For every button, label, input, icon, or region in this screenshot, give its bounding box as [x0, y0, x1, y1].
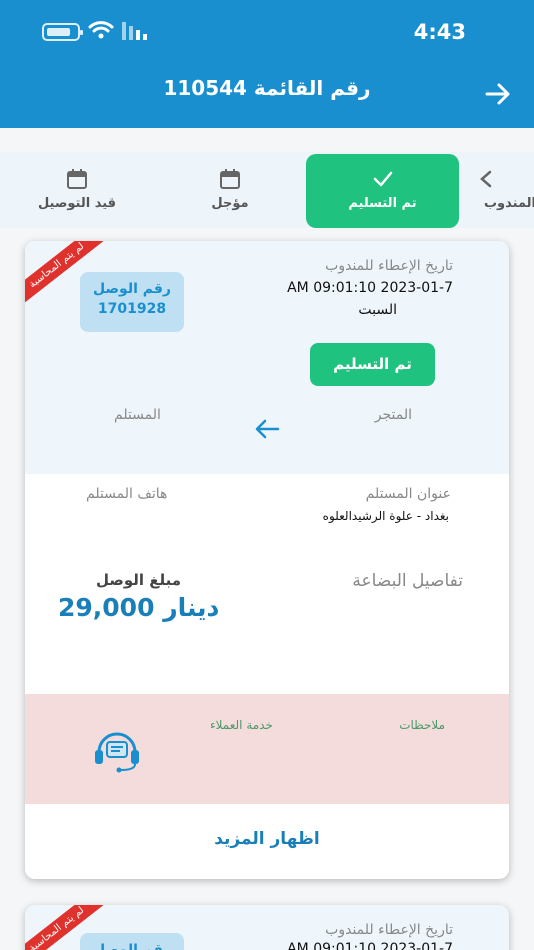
goods-details-label: تفاصيل البضاعة [352, 571, 463, 591]
given-day: السبت [358, 302, 397, 318]
tab-in-delivery[interactable]: قيد التوصيل [22, 154, 132, 228]
phone-label: هاتف المستلم [86, 486, 168, 502]
given-datetime: AM 09:01:10 2023-01-7 [287, 941, 453, 950]
battery-icon [42, 23, 83, 41]
receipt-label: رقم الوصل [93, 281, 171, 297]
signal-icon [122, 22, 147, 40]
receipt-number: 1701928 [97, 301, 167, 317]
receipt-number-box: رقم الوصل 1701928 [80, 272, 184, 332]
recipient-label: المستلم [114, 407, 161, 423]
calendar-icon [67, 169, 87, 189]
show-more-button[interactable]: اظهار المزيد [25, 804, 509, 879]
tab-label: قيد التوصيل [37, 196, 117, 211]
receipt-number-box: رقم الوصل [80, 933, 184, 950]
tab-label: مؤجل [211, 196, 249, 211]
order-summary: لم يتم المحاسبة رقم الوصل 1701928 تاريخ … [25, 241, 509, 474]
order-card[interactable]: لم يتم المحاسبة رقم الوصل تاريخ الإعطاء … [25, 905, 509, 950]
check-icon [373, 171, 392, 187]
address-value: بغداد - علوة الرشيدالعلوه [322, 509, 449, 523]
address-label: عنوان المستلم [365, 486, 451, 502]
customer-service-label: خدمة العملاء [210, 718, 273, 732]
arrow-left-icon [255, 419, 280, 439]
amount-label: مبلغ الوصل [96, 571, 182, 589]
wifi-icon [88, 21, 114, 39]
given-date-label: تاريخ الإعطاء للمندوب [325, 258, 453, 274]
page-title: رقم القائمة 110544 [163, 76, 371, 100]
status-badge: تم التسليم [310, 343, 435, 386]
tab-delivered[interactable]: تم التسليم [306, 154, 459, 228]
calendar-icon [220, 169, 240, 189]
amount-value: 29,000 دينار [58, 593, 220, 622]
status-bar: 4:43 [0, 0, 534, 64]
tab-postponed[interactable]: مؤجل [190, 154, 270, 228]
receipt-label: رقم الوصل [93, 942, 171, 950]
arrow-icon [480, 170, 492, 188]
back-arrow-icon[interactable] [484, 80, 512, 108]
store-label: المتجر [374, 407, 412, 423]
tab-label: المندوب [483, 196, 534, 211]
status-tabs: المندوب تم التسليم مؤجل قيد التوصيل [0, 152, 534, 228]
app-header: 4:43 رقم القائمة 110544 [0, 0, 534, 128]
given-datetime: AM 09:01:10 2023-01-7 [287, 280, 453, 296]
tab-courier[interactable]: المندوب [470, 154, 534, 228]
given-date-label: تاريخ الإعطاء للمندوب [325, 922, 453, 938]
tab-label: تم التسليم [348, 196, 417, 211]
status-time: 4:43 [413, 20, 466, 44]
headset-icon[interactable] [91, 724, 143, 776]
notes-label: ملاحظات [399, 718, 445, 732]
notes-section: ملاحظات خدمة العملاء [25, 694, 509, 804]
order-card[interactable]: لم يتم المحاسبة رقم الوصل 1701928 تاريخ … [25, 241, 509, 879]
